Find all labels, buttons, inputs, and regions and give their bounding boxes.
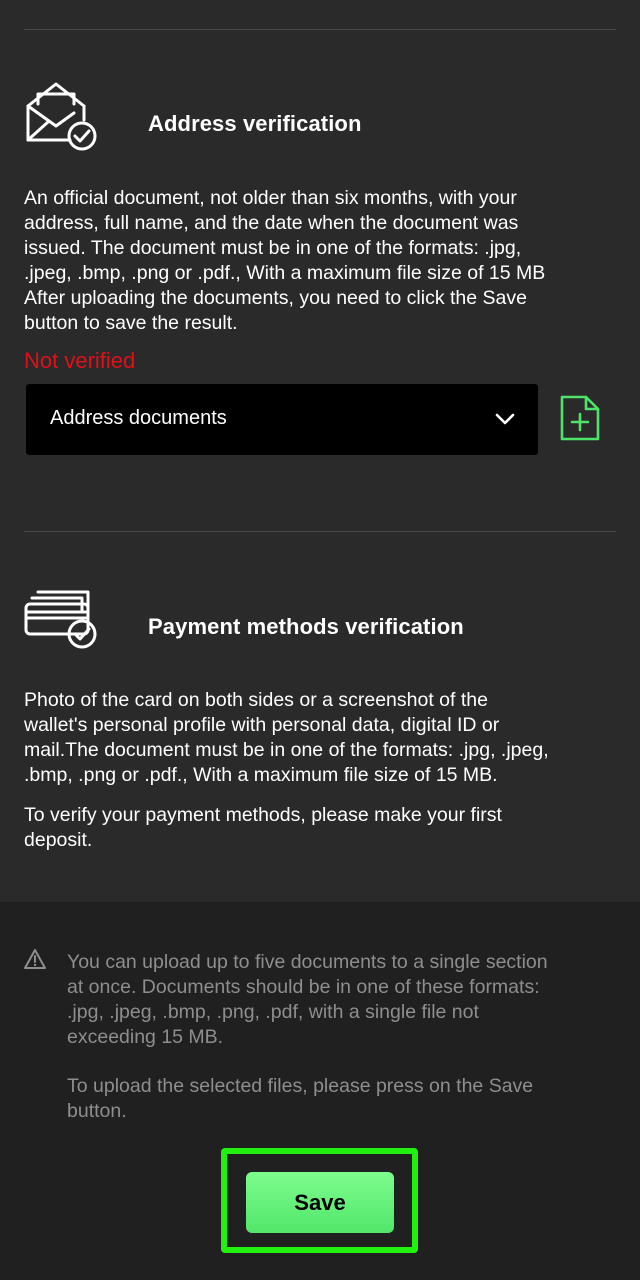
description-line: .jpeg, .bmp, .png or .pdf., With a maxim… (24, 262, 546, 284)
save-button[interactable]: Save (246, 1172, 394, 1233)
description-line: wallet's personal profile with personal … (24, 714, 500, 736)
note-line: button. (67, 1100, 127, 1122)
chevron-down-icon (494, 410, 516, 428)
upload-limits-note: You can upload up to five documents to a… (67, 950, 617, 1050)
address-section-title: Address verification (148, 111, 362, 136)
payment-description: Photo of the card on both sides or a scr… (24, 688, 616, 788)
note-line: exceeding 15 MB. (67, 1026, 224, 1048)
warning-icon (24, 948, 46, 970)
cards-check-icon (24, 580, 100, 656)
address-status-badge: Not verified (24, 348, 136, 373)
add-file-icon[interactable] (558, 394, 602, 442)
description-line: Photo of the card on both sides or a scr… (24, 689, 488, 711)
verification-page: Address verification An official documen… (0, 0, 640, 1280)
deposit-note-line: deposit. (24, 829, 93, 851)
note-line: at once. Documents should be in one of t… (67, 976, 540, 998)
envelope-check-icon (24, 78, 100, 154)
section-divider (24, 531, 616, 532)
description-line: button to save the result. (24, 312, 238, 334)
note-line: You can upload up to five documents to a… (67, 951, 548, 973)
address-description: An official document, not older than six… (24, 186, 616, 336)
payment-section-title: Payment methods verification (148, 614, 464, 639)
description-line: After uploading the documents, you need … (24, 287, 527, 309)
verification-sections: Address verification An official documen… (0, 0, 640, 902)
description-line: mail.The document must be in one of the … (24, 739, 549, 761)
deposit-note-line: To verify your payment methods, please m… (24, 804, 502, 826)
description-line: An official document, not older than six… (24, 187, 517, 209)
select-value: Address documents (50, 407, 227, 429)
description-line: .bmp, .png or .pdf., With a maximum file… (24, 764, 498, 786)
note-line: To upload the selected files, please pre… (67, 1075, 534, 1097)
save-hint-note: To upload the selected files, please pre… (67, 1074, 617, 1124)
address-documents-select[interactable]: Address documents (26, 384, 538, 455)
deposit-note: To verify your payment methods, please m… (24, 803, 616, 853)
description-line: address, full name, and the date when th… (24, 212, 519, 234)
note-line: .jpg, .jpeg, .bmp, .png, .pdf, with a si… (67, 1001, 479, 1023)
top-divider (24, 29, 616, 30)
description-line: issued. The document must be in one of t… (24, 237, 522, 259)
